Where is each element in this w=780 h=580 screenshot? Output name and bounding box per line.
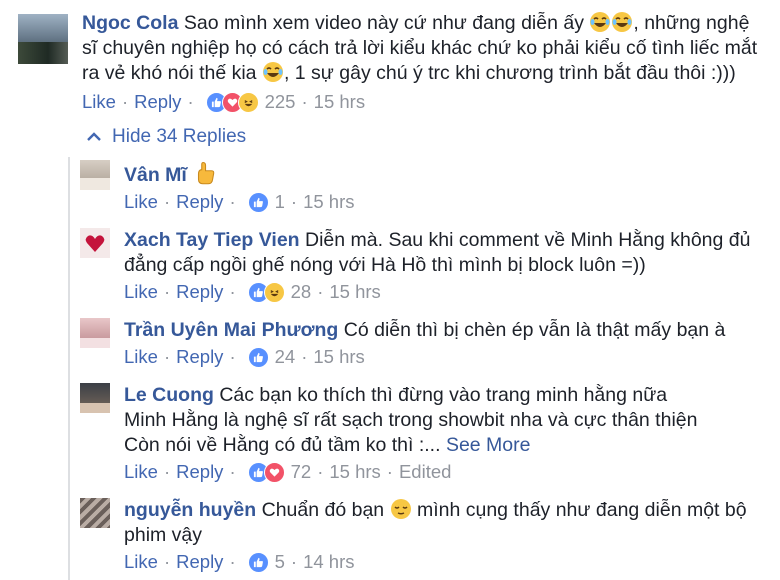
haha-reaction-icon [263, 281, 285, 303]
separator: · [301, 346, 308, 367]
separator: · [229, 461, 236, 482]
laughing-emoji-icon [612, 12, 633, 32]
reply-button[interactable]: Reply [176, 551, 223, 573]
reply-body: Vân Mĩ [124, 161, 754, 188]
reply-body: Xach Tay Tiep Vien Diễn mà. Sau khi comm… [124, 228, 754, 278]
timestamp[interactable]: 15 hrs [314, 91, 365, 113]
commenter-name[interactable]: Ngoc Cola [82, 12, 178, 34]
avatar[interactable] [80, 228, 110, 258]
reply-text: Có diễn thì bị chèn ép vẫn là thật mấy b… [338, 319, 726, 341]
separator: · [386, 461, 393, 482]
relieved-emoji-icon [390, 499, 411, 519]
reply-button[interactable]: Reply [176, 346, 223, 368]
commenter-name[interactable]: Xach Tay Tiep Vien [124, 229, 300, 251]
comment-body: Ngoc Cola Sao mình xem video này cứ như … [82, 11, 762, 86]
separator: · [163, 191, 171, 212]
like-reaction-icon [247, 346, 269, 368]
reply-actions: Like · Reply · 24 · 15 hrs [124, 345, 365, 369]
reply-actions: Like · Reply · 28 · 15 hrs [124, 280, 381, 304]
reaction-count[interactable]: 1 [275, 191, 285, 213]
reply-body: Trần Uyên Mai Phương Có diễn thì bị chèn… [124, 318, 754, 343]
hide-replies-link[interactable]: Hide 34 Replies [86, 126, 246, 148]
separator: · [290, 191, 298, 212]
haha-reaction-icon [237, 91, 259, 113]
like-button[interactable]: Like [124, 191, 158, 213]
timestamp[interactable]: 15 hrs [313, 346, 364, 368]
reply-button[interactable]: Reply [176, 461, 223, 483]
reactions[interactable] [247, 191, 269, 213]
reactions[interactable] [247, 281, 285, 303]
avatar-logo-icon [85, 235, 105, 252]
separator: · [229, 281, 236, 302]
reaction-count[interactable]: 28 [291, 281, 312, 303]
laughing-emoji-icon [262, 62, 283, 82]
reply-actions: Like · Reply · 72 · 15 hrs · Edited [124, 460, 451, 484]
separator: · [163, 346, 171, 367]
separator: · [229, 191, 236, 212]
reaction-count[interactable]: 24 [275, 346, 296, 368]
like-button[interactable]: Like [124, 281, 158, 303]
see-more-link[interactable]: See More [446, 434, 531, 456]
reply-actions: Like · Reply · 5 · 14 hrs [124, 550, 355, 574]
thread-line [68, 157, 70, 580]
reaction-count[interactable]: 225 [265, 91, 296, 113]
reply-text: Còn nói về Hằng có đủ tầm ko thì :... [124, 434, 441, 456]
separator: · [229, 346, 236, 367]
laughing-emoji-icon [590, 12, 611, 32]
reply-text: Các bạn ko thích thì đừng vào trang minh… [213, 384, 668, 406]
commenter-name[interactable]: nguyễn huyền [124, 499, 256, 521]
like-reaction-icon [247, 551, 269, 573]
commenter-name[interactable]: Le Cuong [124, 384, 214, 406]
reply-text: Chuẩn đó bạn [256, 499, 390, 521]
like-button[interactable]: Like [124, 551, 158, 573]
separator: · [229, 551, 236, 572]
separator: · [301, 91, 308, 112]
like-button[interactable]: Like [124, 461, 158, 483]
timestamp[interactable]: 15 hrs [303, 191, 354, 213]
separator: · [187, 91, 194, 112]
timestamp[interactable]: 14 hrs [303, 551, 354, 573]
separator: · [317, 461, 324, 482]
reactions[interactable] [247, 461, 285, 483]
reply-button[interactable]: Reply [134, 91, 181, 113]
like-button[interactable]: Like [82, 91, 116, 113]
love-reaction-icon [263, 461, 285, 483]
avatar[interactable] [80, 160, 110, 190]
reply-text: Minh Hằng là nghệ sĩ rất sạch trong show… [124, 409, 698, 431]
separator: · [317, 281, 324, 302]
separator: · [163, 551, 171, 572]
reply-button[interactable]: Reply [176, 281, 223, 303]
avatar[interactable] [80, 318, 110, 348]
like-button[interactable]: Like [124, 346, 158, 368]
timestamp[interactable]: 15 hrs [329, 281, 380, 303]
reaction-count[interactable]: 5 [275, 551, 285, 573]
commenter-name[interactable]: Trần Uyên Mai Phương [124, 319, 338, 341]
avatar[interactable] [80, 383, 110, 413]
timestamp[interactable]: 15 hrs [329, 461, 380, 483]
reactions[interactable] [247, 551, 269, 573]
reaction-count[interactable]: 72 [291, 461, 312, 483]
reactions[interactable] [205, 91, 259, 113]
comment-text: , 1 sự gây chú ý trc khi chương trình bắ… [283, 62, 736, 84]
reply-body: Le Cuong Các bạn ko thích thì đừng vào t… [124, 383, 754, 458]
like-reaction-icon [247, 191, 269, 213]
avatar[interactable] [18, 14, 68, 64]
chevron-up-icon [87, 132, 101, 141]
pointing-hand-emoji-icon [198, 161, 215, 185]
avatar[interactable] [80, 498, 110, 528]
comment-actions: Like · Reply · 225 · 15 hrs [82, 90, 365, 114]
reply-actions: Like · Reply · 1 · 15 hrs [124, 190, 355, 214]
reply-button[interactable]: Reply [176, 191, 223, 213]
reply-body: nguyễn huyền Chuẩn đó bạn mình cụng thấy… [124, 498, 754, 548]
reactions[interactable] [247, 346, 269, 368]
hide-replies-label: Hide 34 Replies [112, 126, 247, 147]
separator: · [290, 551, 298, 572]
separator: · [163, 281, 171, 302]
commenter-name[interactable]: Vân Mĩ [124, 164, 187, 186]
edited-label[interactable]: Edited [399, 461, 451, 483]
separator: · [121, 91, 129, 112]
separator: · [163, 461, 171, 482]
comment-text: Sao mình xem video này cứ như đang diễn … [183, 12, 590, 34]
